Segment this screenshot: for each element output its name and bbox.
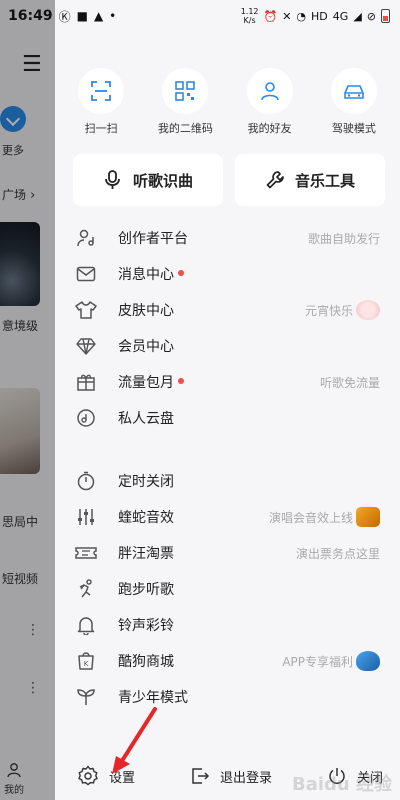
creator-icon (75, 227, 97, 249)
menu-label: 定时关闭 (118, 474, 174, 490)
network-speed: 1.12 K/s (240, 7, 259, 25)
alarm-icon: ⏰ (263, 9, 278, 23)
menu-item-running[interactable]: 跑步听歌 (55, 571, 400, 607)
quick-friends[interactable]: 我的好友 (232, 68, 308, 136)
logout-label: 退出登录 (220, 770, 273, 786)
gear-icon (78, 765, 98, 786)
unread-dot (178, 270, 184, 276)
scan-icon (78, 68, 125, 114)
watermark: Baidu 经验 (291, 774, 392, 795)
menu-item-timer[interactable]: 定时关闭 (55, 463, 400, 499)
unread-dot (178, 378, 184, 384)
status-bar: 16:49 Ⓚ ■ ▲ • 1.12 K/s ⏰ ✕ ◔ HD 4G ◢ ⊘ (0, 0, 400, 32)
friend-icon (246, 68, 293, 114)
shirt-icon (75, 299, 97, 321)
music-tools-button[interactable]: 音乐工具 (235, 154, 385, 206)
status-time: 16:49 (8, 8, 53, 24)
menu-item-messages[interactable]: 消息中心 (55, 256, 400, 292)
quick-scan-label: 扫一扫 (84, 122, 118, 135)
menu-item-skin[interactable]: 皮肤中心 元宵快乐 (55, 292, 400, 328)
menu-sub: APP专享福利 (282, 651, 380, 671)
lantern-badge-icon (356, 300, 380, 320)
concert-badge-icon (356, 507, 380, 527)
menu-sub: 歌曲自助发行 (307, 231, 380, 246)
menu-sub: 演出票务点这里 (295, 546, 380, 561)
quick-drive-label: 驾驶模式 (331, 122, 376, 135)
quick-actions: 扫一扫 我的二维码 我的好友 驾驶模式 (55, 68, 400, 136)
annotation-arrow-icon (112, 707, 157, 774)
status-right: 1.12 K/s ⏰ ✕ ◔ HD 4G ◢ ⊘ (241, 7, 390, 25)
ticket-icon (75, 542, 97, 564)
menu-item-ticket[interactable]: 胖汪淘票 演出票务点这里 (55, 535, 400, 571)
quick-friends-label: 我的好友 (247, 122, 292, 135)
qr-code-icon (162, 68, 209, 114)
diamond-icon (75, 335, 97, 357)
menu-label: 铃声彩铃 (118, 618, 174, 634)
wifi-icon: ◔ (296, 9, 307, 23)
menu-item-vip[interactable]: 会员中心 (55, 328, 400, 364)
menu-label: 青少年模式 (118, 690, 188, 706)
sprout-icon (75, 686, 97, 708)
menu-label: 消息中心 (118, 264, 184, 284)
bell-icon (75, 614, 97, 636)
mute-icon: ✕ (282, 9, 292, 23)
menu-label: 皮肤中心 (118, 303, 174, 319)
quick-qrcode-label: 我的二维码 (157, 122, 213, 135)
dog-mascot-badge-icon (356, 651, 380, 671)
timer-icon (75, 470, 97, 492)
menu-item-data-plan[interactable]: 流量包月 听歌免流量 (55, 364, 400, 400)
wrench-icon (266, 171, 284, 189)
song-recognition-button[interactable]: 听歌识曲 (73, 154, 223, 206)
k-app-icon: Ⓚ (58, 9, 71, 24)
music-tools-label: 音乐工具 (294, 171, 355, 190)
menu-sub: 听歌免流量 (319, 375, 380, 390)
menu-sub: 演唱会音效上线 (269, 507, 380, 527)
message-icon (75, 263, 97, 285)
menu-item-viper-sound[interactable]: 蝰蛇音效 演唱会音效上线 (55, 499, 400, 535)
menu-sub: 元宵快乐 (305, 300, 380, 320)
mic-icon (105, 170, 120, 189)
signal-icon: ◢ (353, 9, 362, 23)
menu-label: 创作者平台 (118, 231, 188, 247)
menu-label: 跑步听歌 (118, 582, 174, 598)
dnd-icon: ⊘ (366, 9, 376, 23)
menu-item-teen-mode[interactable]: 青少年模式 (55, 679, 400, 715)
song-recognition-label: 听歌识曲 (132, 171, 193, 190)
quick-scan[interactable]: 扫一扫 (63, 68, 139, 136)
side-drawer: 扫一扫 我的二维码 我的好友 驾驶模式 听歌识曲 音乐工具 创作者平台 歌曲自助… (55, 0, 400, 800)
quick-drive[interactable]: 驾驶模式 (316, 68, 392, 136)
logout-button[interactable]: 退出登录 (190, 766, 272, 786)
menu-label: 会员中心 (118, 339, 174, 355)
menu-item-creator[interactable]: 创作者平台 歌曲自助发行 (55, 220, 400, 256)
tool-buttons: 听歌识曲 音乐工具 (73, 154, 385, 206)
menu-item-ringtone[interactable]: 铃声彩铃 (55, 607, 400, 643)
quick-qrcode[interactable]: 我的二维码 (147, 68, 223, 136)
menu-label: 蝰蛇音效 (118, 510, 174, 526)
running-icon (75, 578, 97, 600)
menu-label: 私人云盘 (118, 411, 174, 427)
menu-label: 流量包月 (118, 372, 184, 392)
shop-bag-icon: ▲ (93, 9, 104, 23)
svg-text:K: K (84, 660, 89, 668)
hd-label: HD (311, 9, 328, 23)
dot-icon: • (109, 9, 117, 23)
menu-label: 酷狗商城 (118, 654, 174, 670)
cloud-disk-icon (75, 407, 97, 429)
shop-icon: K (75, 650, 97, 672)
logout-icon (192, 768, 210, 784)
menu-label: 胖汪淘票 (118, 546, 174, 562)
menu-item-cloud[interactable]: 私人云盘 (55, 400, 400, 436)
equalizer-icon (75, 506, 97, 528)
gift-icon (75, 371, 97, 393)
signal-label: 4G (332, 9, 349, 23)
menu-item-shop[interactable]: K 酷狗商城 APP专享福利 (55, 643, 400, 679)
car-icon (330, 68, 377, 114)
video-icon: ■ (76, 9, 88, 23)
battery-icon (381, 9, 390, 23)
